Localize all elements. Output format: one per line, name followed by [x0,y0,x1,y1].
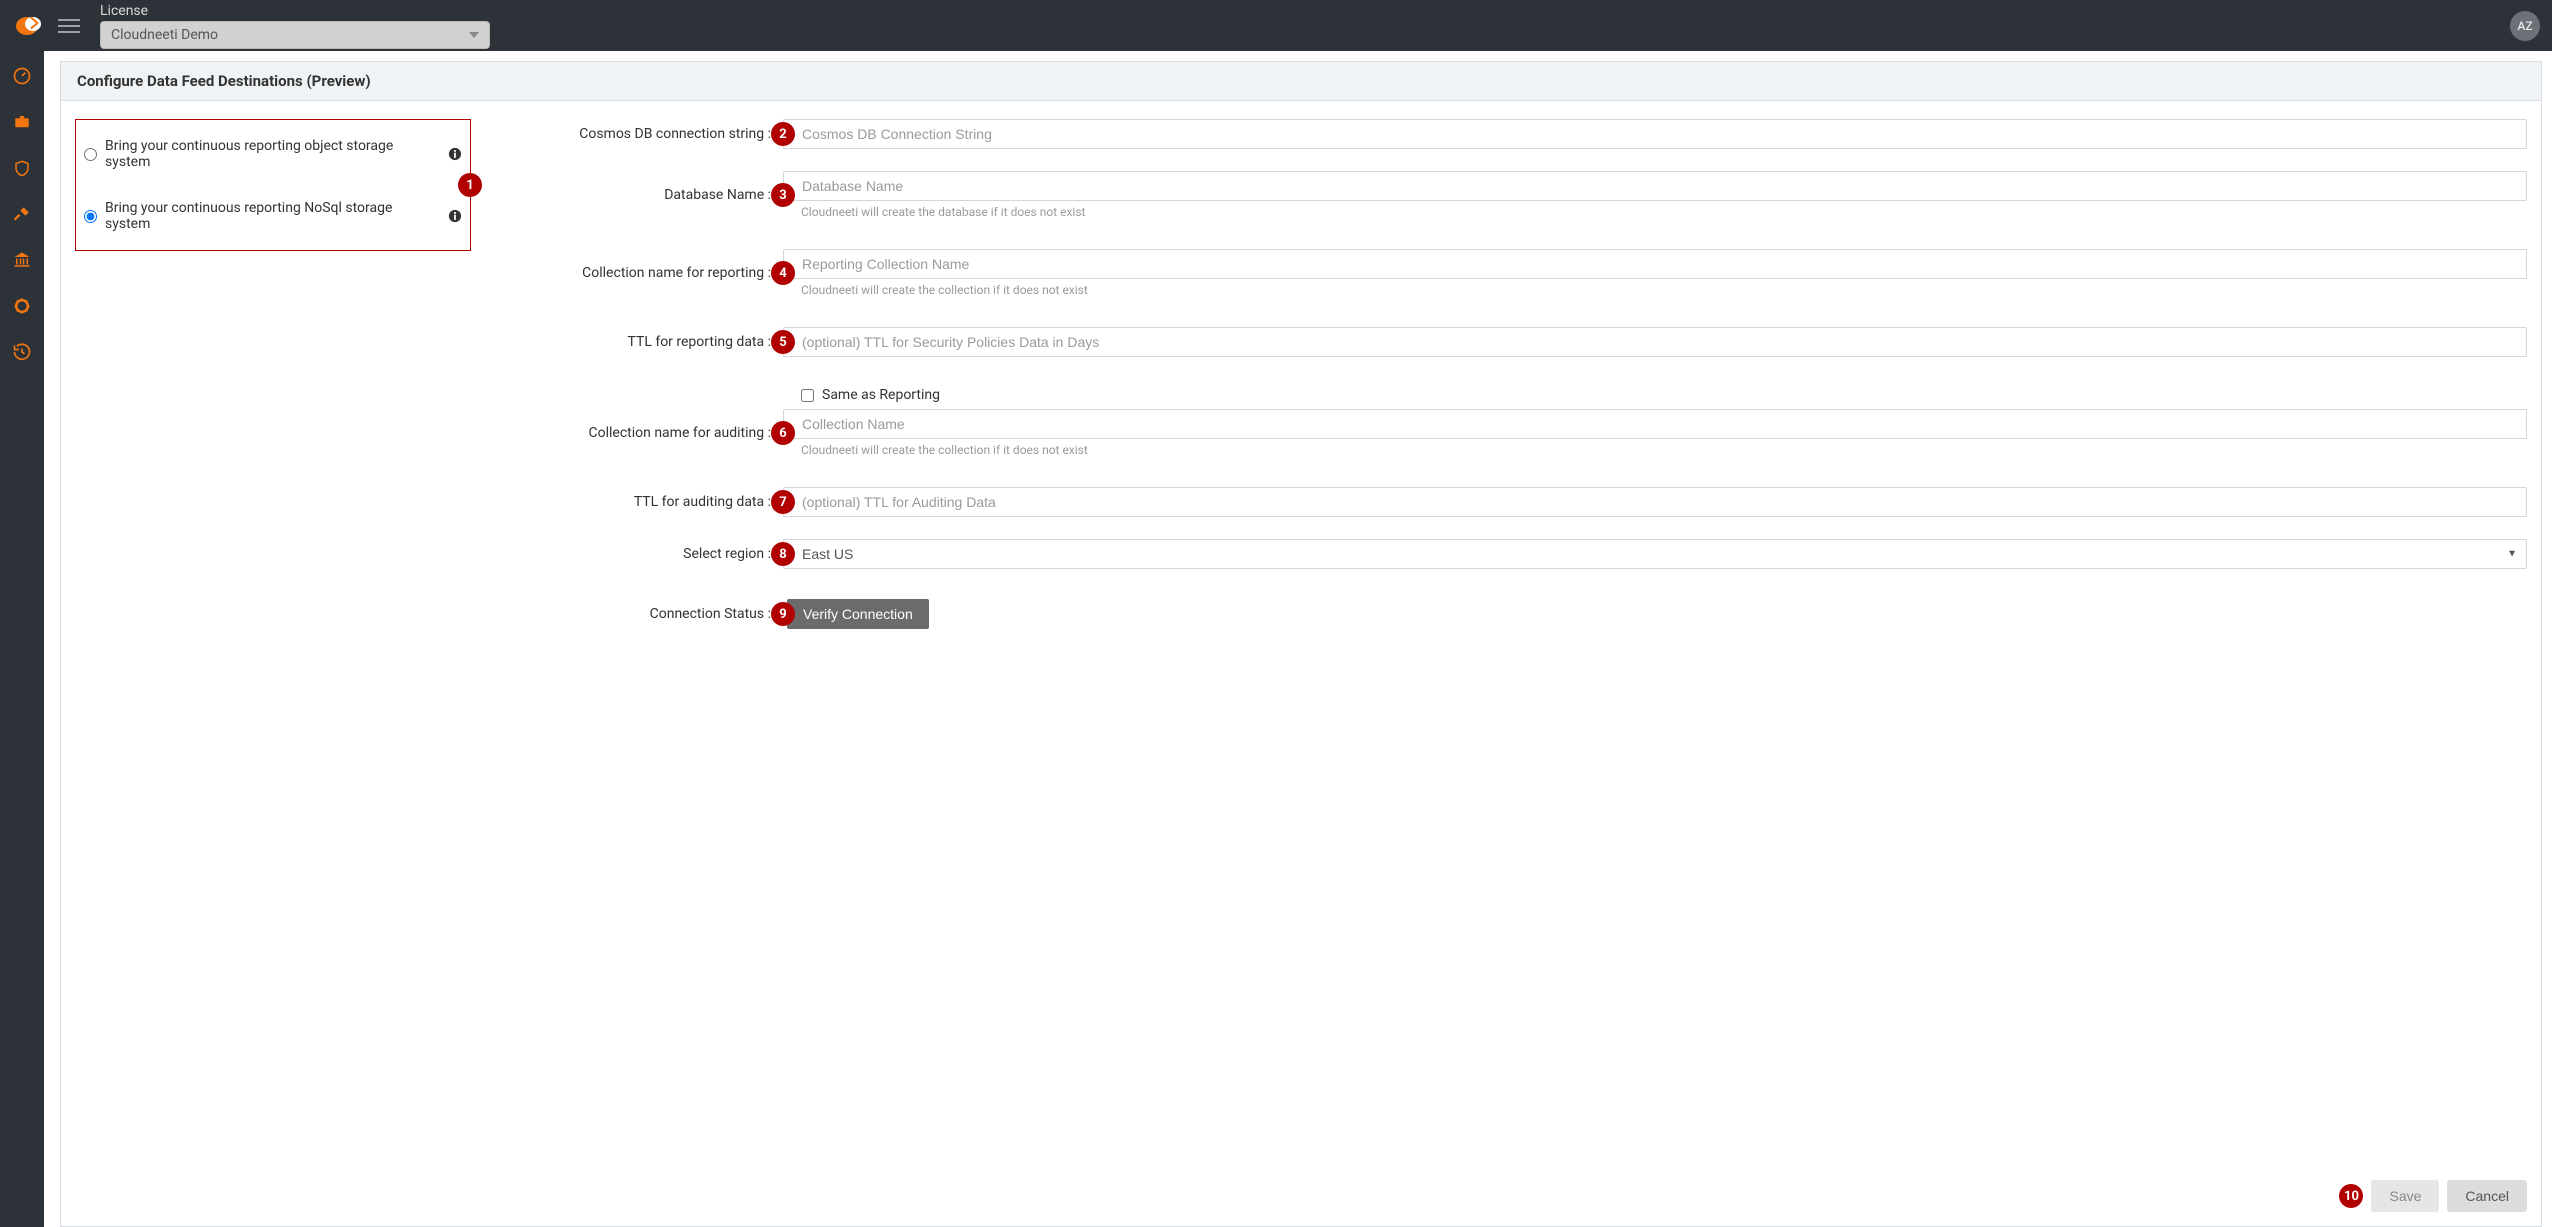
sidebar [0,51,44,1227]
step-badge-6: 6 [771,421,795,445]
license-select[interactable]: Cloudneeti Demo [100,21,490,49]
cosmos-connection-input[interactable] [783,119,2527,149]
step-badge-9: 9 [771,602,795,626]
radio-object-storage-label: Bring your continuous reporting object s… [105,138,440,170]
briefcase-icon[interactable] [11,111,33,133]
config-panel: Bring your continuous reporting object s… [60,100,2542,1227]
topbar: License Cloudneeti Demo AZ [0,0,2552,51]
storage-options-box: Bring your continuous reporting object s… [75,119,471,251]
gear-icon[interactable] [11,295,33,317]
step-badge-5: 5 [771,330,795,354]
save-button[interactable]: Save [2371,1180,2439,1212]
database-name-hint: Cloudneeti will create the database if i… [783,205,2527,219]
footer-buttons: 10 Save Cancel [2339,1180,2527,1212]
collection-auditing-hint: Cloudneeti will create the collection if… [783,443,2527,457]
radio-nosql-storage-input[interactable] [84,210,97,223]
cosmos-connection-label: Cosmos DB connection string : [535,126,783,142]
select-region-label: Select region : [535,546,783,562]
ttl-auditing-input[interactable] [783,487,2527,517]
step-badge-10: 10 [2339,1184,2363,1208]
ttl-auditing-label: TTL for auditing data : [535,494,783,510]
radio-object-storage[interactable]: Bring your continuous reporting object s… [84,132,462,176]
license-block: License Cloudneeti Demo [100,3,490,49]
avatar[interactable]: AZ [2510,11,2540,41]
database-name-label: Database Name : [535,187,783,203]
page-title: Configure Data Feed Destinations (Previe… [77,72,2525,90]
connection-status-label: Connection Status : [535,606,783,622]
step-badge-2: 2 [771,122,795,146]
app-logo [12,12,46,40]
step-badge-1: 1 [458,173,482,197]
radio-object-storage-input[interactable] [84,148,97,161]
same-as-reporting-checkbox[interactable] [801,389,814,402]
shield-icon[interactable] [11,157,33,179]
same-as-reporting-row[interactable]: Same as Reporting [783,387,2527,403]
hamburger-menu-icon[interactable] [58,19,80,33]
step-badge-8: 8 [771,542,795,566]
ttl-reporting-label: TTL for reporting data : [535,334,783,350]
gavel-icon[interactable] [11,203,33,225]
cancel-button[interactable]: Cancel [2447,1180,2527,1212]
info-icon [448,147,462,161]
collection-reporting-label: Collection name for reporting : [535,265,783,281]
main-content: Configure Data Feed Destinations (Previe… [44,51,2552,1227]
collection-reporting-input[interactable] [783,249,2527,279]
radio-nosql-storage[interactable]: Bring your continuous reporting NoSql st… [84,194,462,238]
radio-nosql-storage-label: Bring your continuous reporting NoSql st… [105,200,440,232]
dashboard-icon[interactable] [11,65,33,87]
verify-connection-button[interactable]: Verify Connection [787,599,929,629]
collection-auditing-input[interactable] [783,409,2527,439]
info-icon [448,209,462,223]
select-region-input[interactable]: East US [783,539,2527,569]
license-label: License [100,3,490,19]
ttl-reporting-input[interactable] [783,327,2527,357]
database-name-input[interactable] [783,171,2527,201]
collection-auditing-label: Collection name for auditing : [535,425,783,441]
page-header: Configure Data Feed Destinations (Previe… [60,61,2542,100]
license-selected-value: Cloudneeti Demo [111,27,218,43]
step-badge-7: 7 [771,490,795,514]
step-badge-4: 4 [771,261,795,285]
history-icon[interactable] [11,341,33,363]
step-badge-3: 3 [771,183,795,207]
collection-reporting-hint: Cloudneeti will create the collection if… [783,283,2527,297]
institution-icon[interactable] [11,249,33,271]
avatar-initials: AZ [2517,19,2532,33]
same-as-reporting-label: Same as Reporting [822,387,940,403]
